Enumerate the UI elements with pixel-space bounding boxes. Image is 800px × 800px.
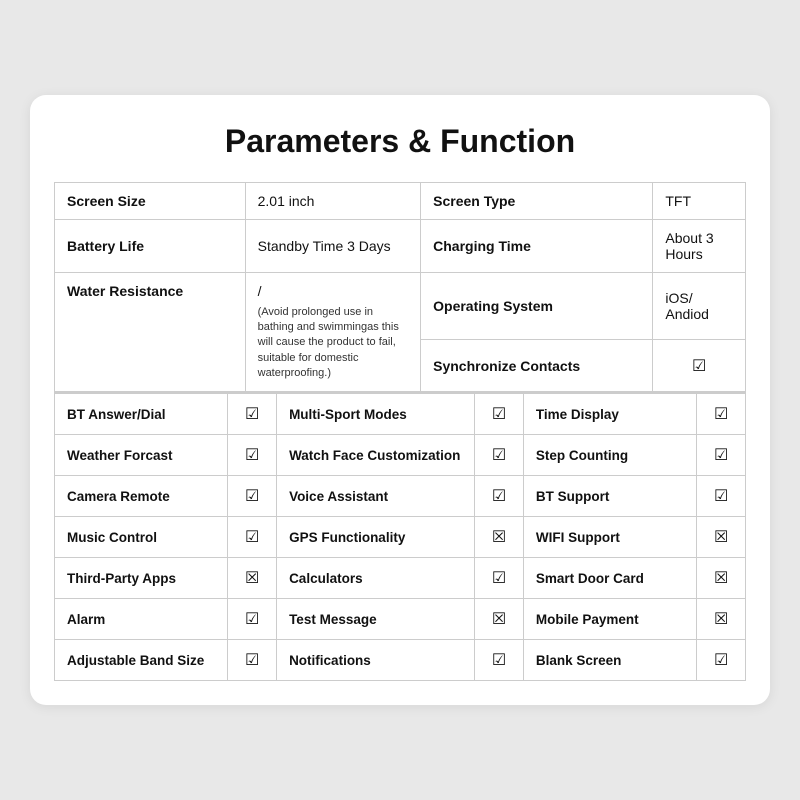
screen-size-label: Screen Size <box>67 193 146 209</box>
feature-check: ☒ <box>714 570 728 587</box>
feature-label: Smart Door Card <box>536 571 644 586</box>
feature-label: Blank Screen <box>536 653 622 668</box>
feature-check: ☒ <box>492 611 506 628</box>
feature-check: ☑ <box>714 488 728 505</box>
charging-time-label: Charging Time <box>433 238 531 254</box>
feature-label: Alarm <box>67 612 105 627</box>
water-note: (Avoid prolonged use in bathing and swim… <box>258 305 409 382</box>
charging-time-value: About 3 Hours <box>665 230 713 262</box>
screen-size-value: 2.01 inch <box>258 193 315 209</box>
feature-check: ☑ <box>245 529 259 546</box>
table-row: Screen Size 2.01 inch Screen Type TFT <box>55 182 746 219</box>
feature-label: Weather Forcast <box>67 448 173 463</box>
table-row: BT Answer/Dial ☑ Multi-Sport Modes ☑ Tim… <box>55 394 746 435</box>
feature-check: ☑ <box>245 447 259 464</box>
feature-label: WIFI Support <box>536 530 620 545</box>
screen-type-label: Screen Type <box>433 193 515 209</box>
table-row: Water Resistance / (Avoid prolonged use … <box>55 272 746 340</box>
operating-system-label: Operating System <box>433 298 553 314</box>
feature-label: Step Counting <box>536 448 628 463</box>
table-row: Camera Remote ☑ Voice Assistant ☑ BT Sup… <box>55 476 746 517</box>
feature-label: Mobile Payment <box>536 612 639 627</box>
page-title: Parameters & Function <box>54 123 746 160</box>
feature-label: Camera Remote <box>67 489 170 504</box>
table-row: Adjustable Band Size ☑ Notifications ☑ B… <box>55 640 746 681</box>
feature-check: ☑ <box>492 652 506 669</box>
feature-check: ☑ <box>245 611 259 628</box>
feature-label: Music Control <box>67 530 157 545</box>
feature-check: ☑ <box>245 406 259 423</box>
feature-check: ☑ <box>245 488 259 505</box>
feature-label: Test Message <box>289 612 377 627</box>
feature-label: BT Support <box>536 489 610 504</box>
battery-life-value: Standby Time 3 Days <box>258 238 391 254</box>
feature-check: ☑ <box>245 652 259 669</box>
feature-label: BT Answer/Dial <box>67 407 166 422</box>
table-row: Weather Forcast ☑ Watch Face Customizati… <box>55 435 746 476</box>
screen-type-value: TFT <box>665 193 691 209</box>
feature-label: Adjustable Band Size <box>67 653 204 668</box>
feature-label: Calculators <box>289 571 363 586</box>
main-container: Parameters & Function Screen Size 2.01 i… <box>30 95 770 706</box>
sync-contacts-label: Synchronize Contacts <box>433 358 580 374</box>
table-row: Battery Life Standby Time 3 Days Chargin… <box>55 219 746 272</box>
feature-check: ☑ <box>492 570 506 587</box>
feature-check: ☒ <box>492 529 506 546</box>
feature-check: ☑ <box>714 406 728 423</box>
features-table: BT Answer/Dial ☑ Multi-Sport Modes ☑ Tim… <box>54 393 746 681</box>
table-row: Third-Party Apps ☒ Calculators ☑ Smart D… <box>55 558 746 599</box>
feature-label: Multi-Sport Modes <box>289 407 407 422</box>
specs-table: Screen Size 2.01 inch Screen Type TFT Ba… <box>54 182 746 394</box>
water-resistance-value: / <box>258 283 409 299</box>
operating-system-value: iOS/ Andiod <box>665 290 709 322</box>
feature-check: ☒ <box>245 570 259 587</box>
feature-check: ☑ <box>714 652 728 669</box>
feature-label: Third-Party Apps <box>67 571 176 586</box>
feature-check: ☑ <box>492 447 506 464</box>
feature-check: ☑ <box>714 447 728 464</box>
feature-label: Time Display <box>536 407 619 422</box>
feature-label: Watch Face Customization <box>289 448 460 463</box>
feature-label: Notifications <box>289 653 371 668</box>
feature-check: ☑ <box>492 488 506 505</box>
sync-contacts-check: ☑ <box>692 358 706 375</box>
feature-check: ☒ <box>714 611 728 628</box>
feature-label: Voice Assistant <box>289 489 388 504</box>
feature-check: ☑ <box>492 406 506 423</box>
table-row: Music Control ☑ GPS Functionality ☒ WIFI… <box>55 517 746 558</box>
water-resistance-label: Water Resistance <box>67 283 233 299</box>
feature-check: ☒ <box>714 529 728 546</box>
feature-label: GPS Functionality <box>289 530 405 545</box>
table-row: Alarm ☑ Test Message ☒ Mobile Payment ☒ <box>55 599 746 640</box>
battery-life-label: Battery Life <box>67 238 144 254</box>
